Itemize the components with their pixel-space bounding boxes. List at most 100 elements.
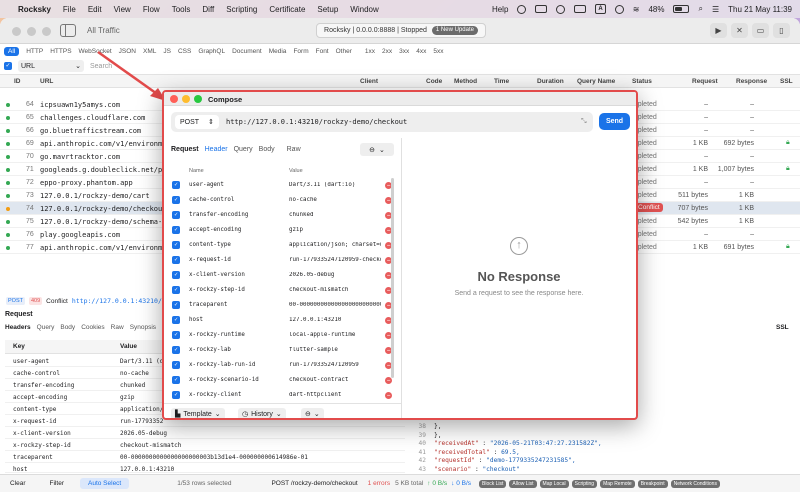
header-enabled-checkbox[interactable]: ✓ (172, 181, 180, 189)
header-row: ✓ x-client-version 2026.05-debug − (171, 268, 393, 283)
header-value-field[interactable]: gzip (289, 227, 381, 233)
tab-header[interactable]: Header (205, 146, 228, 153)
chevron-down-icon: ⌄ (275, 411, 282, 418)
col-name: Name (189, 168, 204, 174)
header-name-field[interactable]: x-rockzy-lab (189, 347, 231, 353)
tab-body[interactable]: Body (259, 146, 275, 153)
header-row: ✓ x-request-id run-1779335247120959-checko… (171, 253, 393, 268)
col-value: Value (289, 168, 303, 174)
compose-minimize-button[interactable] (182, 95, 190, 103)
compose-close-button[interactable] (170, 95, 178, 103)
header-enabled-checkbox[interactable]: ✓ (172, 241, 180, 249)
header-enabled-checkbox[interactable]: ✓ (172, 376, 180, 384)
header-value-field[interactable]: checkout-mismatch (289, 287, 381, 293)
compose-bottom-bar: ▙ Template ⌄ ◷ History ⌄ ⊖ ⌄ (164, 403, 401, 418)
header-row: ✓ x-rockzy-scenario-id checkout-contract − (171, 373, 393, 388)
compose-window-controls (170, 95, 202, 103)
header-row: ✓ host 127.0.0.1:43210− (171, 313, 393, 328)
header-row: ✓ accept-encoding gzip − (171, 223, 393, 238)
more-options-button[interactable]: ⊖ ⌄ (360, 143, 394, 156)
header-row: ✓ x-rockzy-client dart-httpclient − (171, 388, 393, 400)
tab-raw[interactable]: Raw (287, 146, 301, 153)
template-label: Template (183, 410, 212, 418)
chevron-down-icon: ⌄ (379, 146, 385, 154)
header-name-field[interactable]: user-agent (189, 182, 224, 188)
header-name-field[interactable]: x-request-id (189, 257, 231, 263)
method-value: POST (180, 118, 200, 126)
header-row: ✓ x-rockzy-runtime local-apple-runtime − (171, 328, 393, 343)
header-enabled-checkbox[interactable]: ✓ (172, 316, 180, 324)
header-name-field[interactable]: x-rockzy-step-id (189, 287, 245, 293)
header-value-field[interactable]: run-1779335247120959 (289, 362, 381, 368)
header-enabled-checkbox[interactable]: ✓ (172, 286, 180, 294)
header-value-field[interactable]: flutter-sample (289, 347, 381, 353)
header-row: ✓ content-type application/json; charset=u… (171, 238, 393, 253)
header-name-field[interactable]: traceparent (189, 302, 227, 308)
more-actions-button[interactable]: ⊖ ⌄ (301, 408, 324, 418)
history-button[interactable]: ◷ History ⌄ (238, 408, 286, 418)
header-value-field[interactable]: run-1779335247120959-checkou (289, 257, 381, 263)
no-response-title: No Response (477, 269, 561, 284)
header-row: ✓ x-rockzy-step-id checkout-mismatch − (171, 283, 393, 298)
header-value-field[interactable]: 127.0.0.1:43210 (289, 317, 381, 323)
remove-header-icon[interactable]: − (385, 392, 392, 399)
compose-zoom-button[interactable] (194, 95, 202, 103)
chevron-down-icon: ⌄ (313, 411, 320, 418)
header-name-field[interactable]: transfer-encoding (189, 212, 248, 218)
header-enabled-checkbox[interactable]: ✓ (172, 211, 180, 219)
header-enabled-checkbox[interactable]: ✓ (172, 226, 180, 234)
header-row: ✓ user-agent Dart/3.11 (dart:io) − (171, 178, 393, 193)
compose-section-label: Request (171, 146, 199, 153)
header-enabled-checkbox[interactable]: ✓ (172, 346, 180, 354)
compose-dialog: Compose POST ⇕ http://127.0.0.1:43210/ro… (162, 90, 638, 420)
header-enabled-checkbox[interactable]: ✓ (172, 331, 180, 339)
header-value-field[interactable]: 00-000000000000000000000000000 (289, 302, 381, 308)
header-name-field[interactable]: cache-control (189, 197, 234, 203)
method-select[interactable]: POST ⇕ (175, 115, 219, 129)
arrow-up-circle-icon: ↑ (510, 237, 528, 255)
history-icon: ◷ (242, 411, 249, 418)
chevron-down-icon: ⌄ (214, 411, 221, 418)
header-enabled-checkbox[interactable]: ✓ (172, 391, 180, 399)
header-value-field[interactable]: 2026.05-debug (289, 272, 381, 278)
header-name-field[interactable]: x-client-version (189, 272, 245, 278)
header-value-field[interactable]: dart-httpclient (289, 392, 381, 398)
header-value-field[interactable]: local-apple-runtime (289, 332, 381, 338)
header-name-field[interactable]: x-rockzy-runtime (189, 332, 245, 338)
header-row: ✓ cache-control no-cache − (171, 193, 393, 208)
template-button[interactable]: ▙ Template ⌄ (171, 408, 225, 418)
header-enabled-checkbox[interactable]: ✓ (172, 196, 180, 204)
header-enabled-checkbox[interactable]: ✓ (172, 361, 180, 369)
header-enabled-checkbox[interactable]: ✓ (172, 301, 180, 309)
compose-url-bar: POST ⇕ http://127.0.0.1:43210/rockzy-dem… (171, 112, 593, 132)
header-name-field[interactable]: accept-encoding (189, 227, 241, 233)
header-row: ✓ x-rockzy-lab flutter-sample − (171, 343, 393, 358)
compose-tabs: Request Header Query Body Raw (171, 146, 301, 153)
header-value-field[interactable]: chunked (289, 212, 381, 218)
header-enabled-checkbox[interactable]: ✓ (172, 271, 180, 279)
no-response-subtitle: Send a request to see the response here. (454, 290, 584, 297)
send-button[interactable]: Send (599, 113, 630, 130)
tab-query[interactable]: Query (234, 146, 253, 153)
header-row: ✓ transfer-encoding chunked − (171, 208, 393, 223)
header-row: ✓ traceparent 00-0000000000000000000000000… (171, 298, 393, 313)
compose-title-bar: Compose (164, 92, 636, 106)
template-icon: ▙ (175, 411, 181, 418)
header-name-field[interactable]: x-rockzy-client (189, 392, 241, 398)
header-name-field[interactable]: content-type (189, 242, 231, 248)
more-icon: ⊖ (369, 146, 375, 154)
chevron-updown-icon: ⇕ (208, 119, 214, 126)
header-value-field[interactable]: no-cache (289, 197, 381, 203)
remove-header-icon[interactable]: − (385, 377, 392, 384)
header-value-field[interactable]: application/json; charset=ut (289, 242, 381, 248)
header-value-field[interactable]: checkout-contract (289, 377, 381, 383)
header-enabled-checkbox[interactable]: ✓ (172, 256, 180, 264)
url-input[interactable]: http://127.0.0.1:43210/rockzy-demo/check… (226, 118, 407, 126)
header-value-field[interactable]: Dart/3.11 (dart:io) (289, 182, 381, 188)
header-name-field[interactable]: host (189, 317, 203, 323)
header-row: ✓ x-rockzy-lab-run-id run-1779335247120959… (171, 358, 393, 373)
expand-icon[interactable]: ⤡ (581, 118, 587, 126)
headers-scrollbar[interactable] (391, 178, 394, 378)
header-name-field[interactable]: x-rockzy-lab-run-id (189, 362, 255, 368)
header-name-field[interactable]: x-rockzy-scenario-id (189, 377, 259, 383)
